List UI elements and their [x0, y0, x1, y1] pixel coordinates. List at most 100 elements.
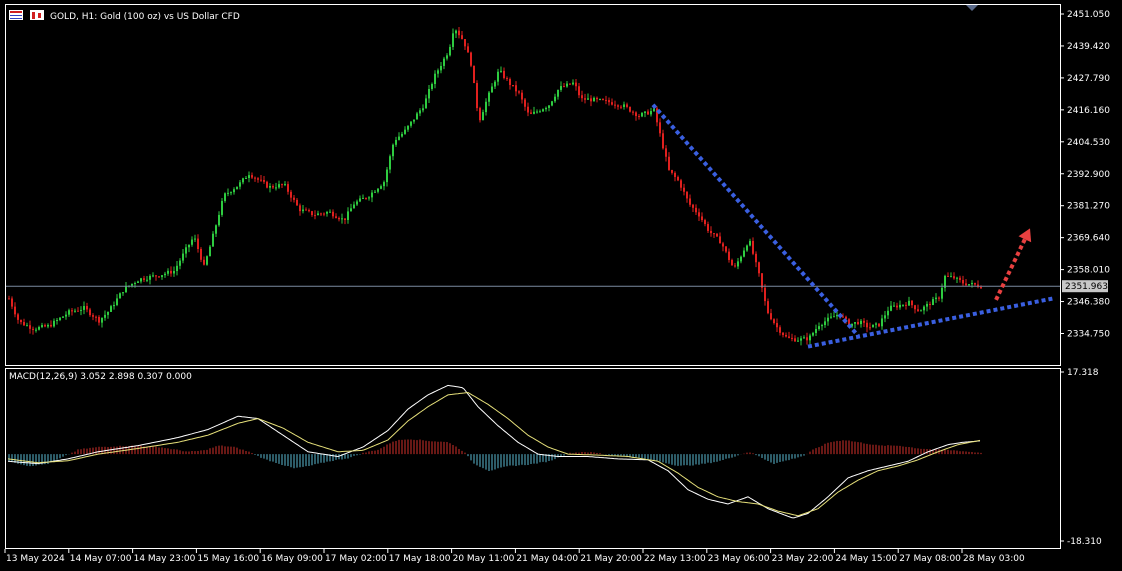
candle-body: [197, 238, 199, 249]
candle-body: [281, 184, 283, 186]
candle-body: [44, 325, 46, 327]
candle-body: [92, 315, 94, 317]
time-tick-label: 14 May 07:00: [70, 554, 132, 564]
candle-body: [302, 209, 304, 212]
candle-body: [527, 106, 529, 113]
candle-body: [299, 205, 301, 212]
candle-body: [188, 244, 190, 248]
candle-body: [320, 213, 322, 215]
candle-body: [560, 86, 562, 90]
candle-body: [479, 108, 481, 121]
candle-body: [821, 325, 823, 327]
candle-body: [728, 251, 730, 260]
candle-body: [878, 323, 880, 327]
candle-body: [185, 247, 187, 254]
trendline: [651, 103, 860, 337]
candle-body: [701, 216, 703, 221]
candle-body: [584, 98, 586, 100]
candle-body: [26, 325, 28, 327]
candle-body: [890, 305, 892, 311]
chart-shift-marker-icon[interactable]: [966, 5, 978, 11]
candle-body: [368, 197, 370, 199]
candle-body: [650, 111, 652, 115]
candle-body: [98, 316, 100, 323]
candle-body: [38, 327, 40, 330]
candle-body: [746, 245, 748, 251]
candle-body: [815, 329, 817, 333]
candle-body: [932, 299, 934, 306]
candle-body: [122, 292, 124, 294]
candle-body: [422, 108, 424, 111]
candle-body: [626, 104, 628, 107]
candle-body: [443, 58, 445, 66]
candle-body: [53, 320, 55, 327]
candle-body: [785, 335, 787, 337]
candle-body: [380, 186, 382, 189]
candle-body: [830, 316, 832, 318]
candle-body: [617, 105, 619, 107]
candle-body: [842, 316, 844, 318]
candle-body: [266, 181, 268, 188]
candle-body: [374, 191, 376, 193]
candle-body: [770, 313, 772, 320]
time-axis: 13 May 2024 14 May 07:00 14 May 23:00 15 Ma…: [4, 549, 1025, 564]
candle-body: [437, 70, 439, 74]
candle-body: [941, 287, 943, 299]
candle-body: [926, 303, 928, 307]
time-tick-label: 24 May 15:00: [835, 554, 897, 564]
macd-signal-line: [7, 391, 981, 517]
candle-body: [341, 218, 343, 220]
candle-body: [497, 71, 499, 82]
candle-body: [719, 236, 721, 244]
candle-body: [665, 148, 667, 157]
candle-body: [425, 98, 427, 109]
candle-body: [911, 300, 913, 306]
candle-body: [344, 218, 346, 220]
candle-body: [134, 282, 136, 284]
candle-body: [77, 310, 79, 312]
candle-body: [482, 112, 484, 121]
candle-body: [47, 324, 49, 327]
projection-arrow-shaft: [994, 238, 1027, 301]
candle-body: [788, 336, 790, 338]
candle-body: [152, 275, 154, 277]
candle-body: [551, 101, 553, 106]
candle-body: [365, 197, 367, 199]
current-price-tag: 2351.963: [1062, 280, 1108, 293]
candle-body: [353, 204, 355, 209]
chart-header: GOLD, H1: Gold (100 oz) vs US Dollar CFD: [9, 10, 240, 22]
candle-body: [779, 327, 781, 333]
candle-body: [8, 298, 10, 300]
time-tick-label: 15 May 16:00: [197, 554, 259, 564]
candle-body: [176, 265, 178, 272]
candle-body: [872, 324, 874, 328]
candle-body: [308, 210, 310, 212]
drawn-annotations[interactable]: [651, 103, 1054, 349]
candle-body: [35, 329, 37, 331]
candle-body: [296, 199, 298, 206]
candle-body: [428, 89, 430, 99]
candle-body: [32, 328, 34, 330]
price-tick-label: 2404.530: [1067, 138, 1110, 148]
candle-body: [377, 188, 379, 192]
candles: [8, 27, 982, 346]
current-price-label: 2351.963: [1065, 282, 1108, 292]
candle-body: [398, 136, 400, 140]
candle-body: [218, 214, 220, 226]
candle-body: [179, 260, 181, 266]
candle-body: [758, 262, 760, 274]
time-tick-label: 21 May 20:00: [580, 554, 642, 564]
trading-chart[interactable]: GOLD, H1: Gold (100 oz) vs US Dollar CFD…: [0, 0, 1122, 571]
candle-body: [149, 275, 151, 280]
candle-body: [854, 322, 856, 324]
candle-body: [629, 106, 631, 112]
candle-body: [101, 317, 103, 323]
candle-body: [356, 201, 358, 205]
candle-body: [392, 144, 394, 157]
candle-body: [884, 315, 886, 319]
candle-body: [677, 176, 679, 181]
candle-body: [116, 298, 118, 306]
chart-menu-icon-stripe: [10, 11, 22, 13]
candle-body: [410, 121, 412, 126]
candle-body: [935, 297, 937, 300]
